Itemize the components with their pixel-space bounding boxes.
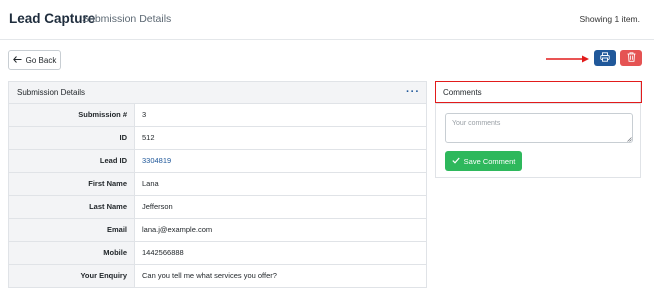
detail-label: ID (9, 127, 135, 149)
detail-value: Can you tell me what services you offer? (142, 271, 277, 280)
detail-label: Submission # (9, 104, 135, 126)
detail-value: 512 (142, 133, 155, 142)
detail-label: First Name (9, 173, 135, 195)
detail-value: lana.j@example.com (142, 225, 213, 234)
detail-row: Mobile 1442566888 (9, 242, 426, 265)
detail-label: Last Name (9, 196, 135, 218)
details-card-title: Submission Details (17, 88, 86, 97)
detail-value: 3 (142, 110, 147, 119)
detail-value: Lana (142, 179, 159, 188)
go-back-label: Go Back (25, 55, 57, 65)
save-comment-label: Save Comment (463, 156, 516, 166)
detail-row: Submission # 3 (9, 104, 426, 127)
details-card-header: Submission Details ··· (9, 82, 426, 104)
check-icon (452, 157, 460, 166)
delete-button[interactable] (620, 50, 642, 66)
detail-row: First Name Lana (9, 173, 426, 196)
detail-value: Jefferson (142, 202, 173, 211)
save-comment-button[interactable]: Save Comment (445, 151, 522, 171)
top-header: Lead Capture Submission Details Showing … (0, 0, 654, 40)
detail-row: Your Enquiry Can you tell me what servic… (9, 265, 426, 288)
showing-count: Showing 1 item. (579, 14, 640, 24)
arrow-left-icon (12, 55, 22, 65)
detail-row: Lead ID 3304819 (9, 150, 426, 173)
lead-id-link[interactable]: 3304819 (142, 150, 171, 172)
submission-details-card: Submission Details ··· Submission # 3 ID… (8, 81, 427, 288)
go-back-button[interactable]: Go Back (8, 50, 61, 70)
trash-icon (627, 49, 636, 67)
resize-grip-icon[interactable] (627, 137, 632, 142)
detail-label: Email (9, 219, 135, 241)
comment-input[interactable] (445, 113, 633, 143)
detail-label: Your Enquiry (9, 265, 135, 287)
more-dots-icon[interactable]: ··· (406, 86, 420, 98)
detail-row: Email lana.j@example.com (9, 219, 426, 242)
page-subtitle: Submission Details (82, 13, 172, 25)
print-button[interactable] (594, 50, 616, 66)
detail-row: Last Name Jefferson (9, 196, 426, 219)
detail-label: Mobile (9, 242, 135, 264)
detail-value: 1442566888 (142, 248, 184, 257)
detail-label: Lead ID (9, 150, 135, 172)
detail-row: ID 512 (9, 127, 426, 150)
annotation-arrow (546, 55, 589, 63)
annotation-highlight-box (435, 81, 642, 103)
printer-icon (600, 49, 610, 67)
